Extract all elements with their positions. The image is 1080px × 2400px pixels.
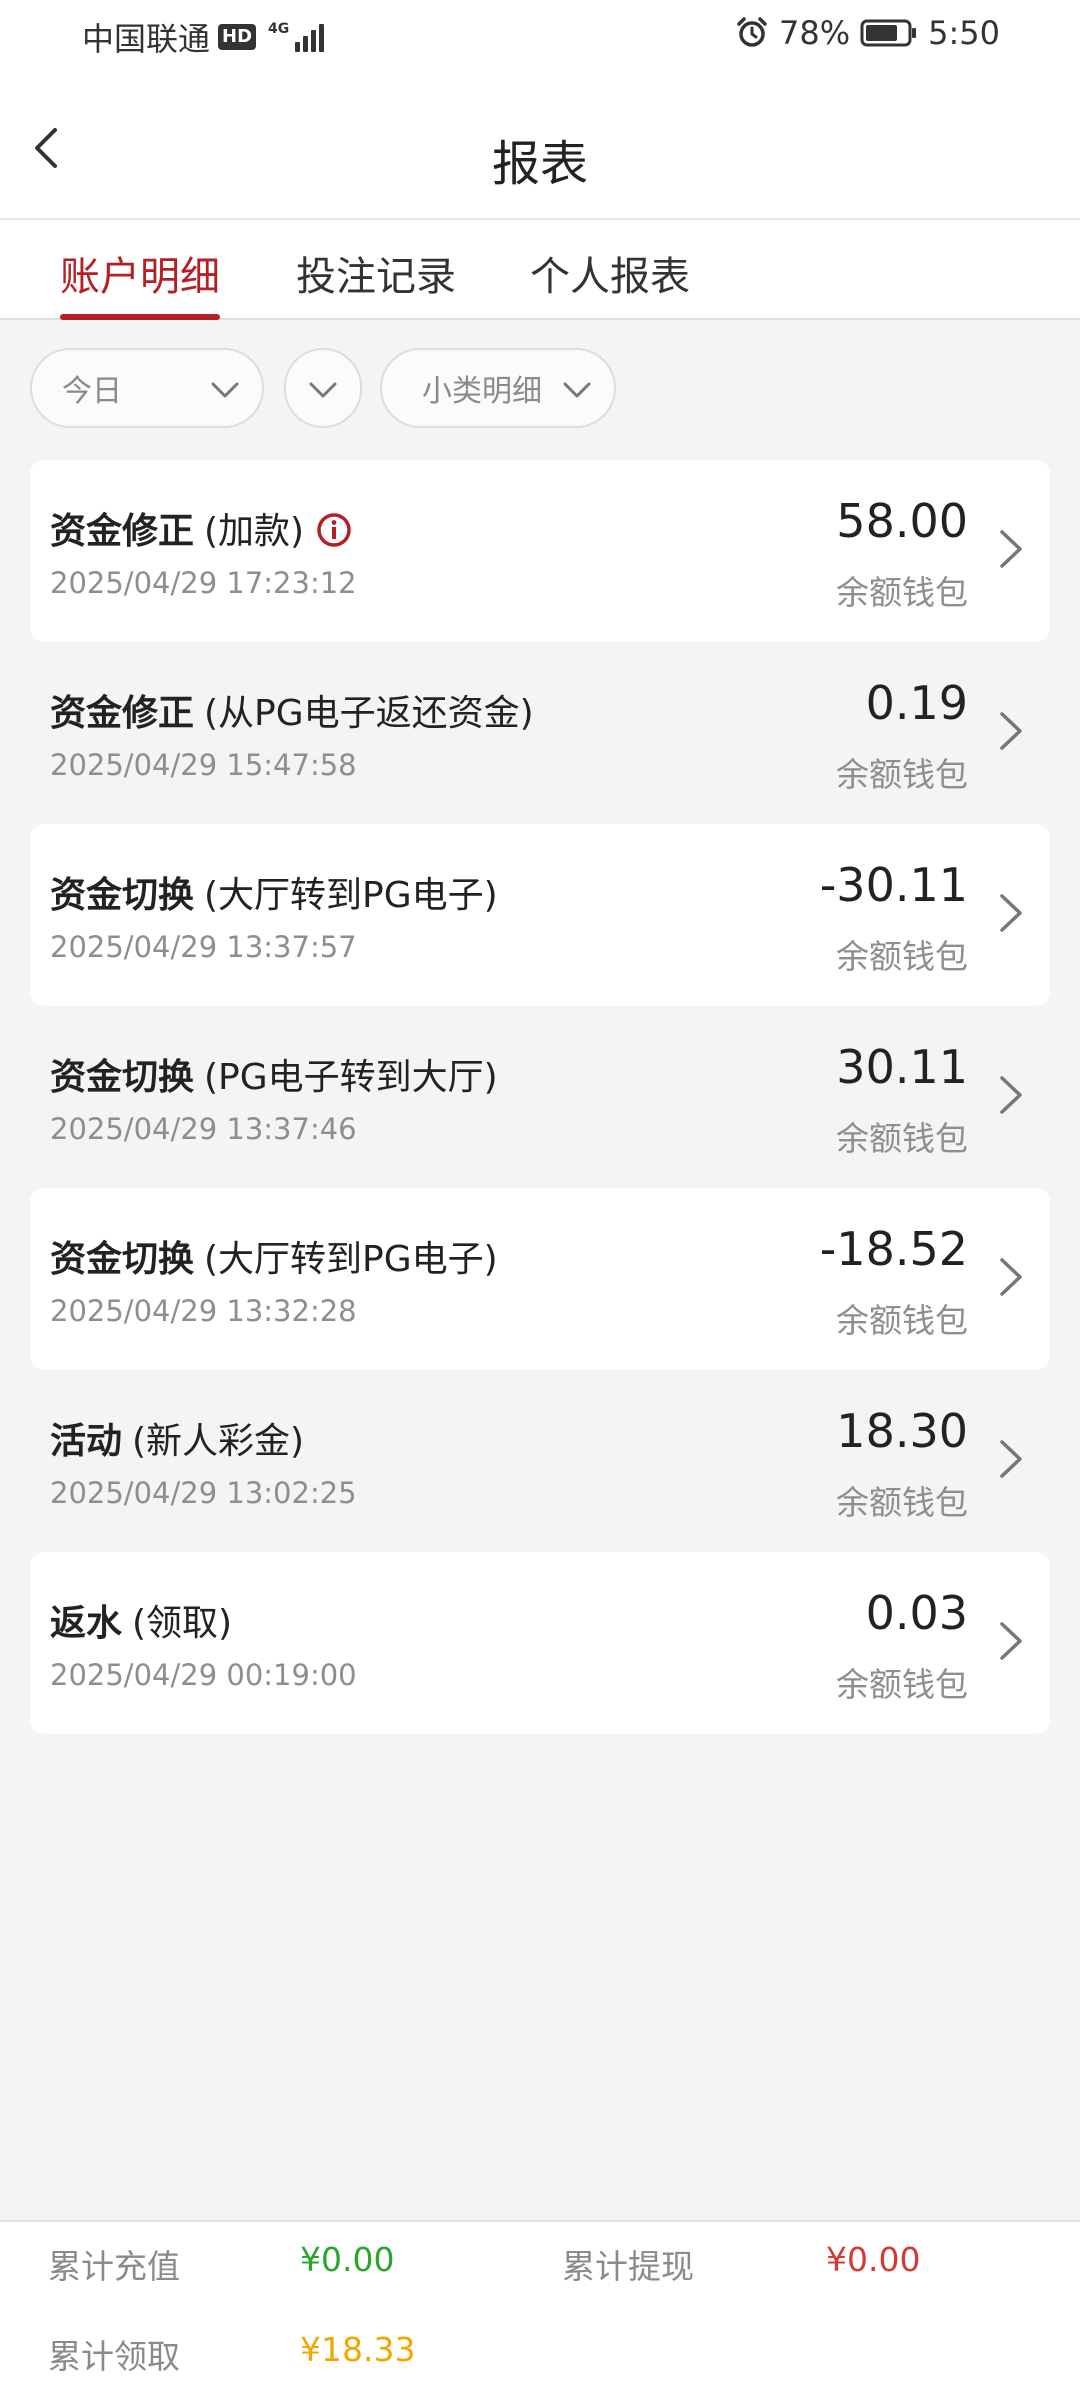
record-wallet: 余额钱包 (836, 1483, 968, 1522)
record-time: 2025/04/29 17:23:12 (50, 566, 357, 600)
signal-icon: 4G (268, 21, 325, 52)
info-icon[interactable] (316, 512, 352, 548)
tab-account-details[interactable]: 账户明细 (60, 244, 220, 320)
record-detail: (领取) (132, 1603, 233, 1644)
record-amount: 30.11 (836, 1040, 968, 1094)
record-amount: 0.19 (865, 676, 968, 730)
record-amount: 58.00 (836, 494, 968, 548)
tab-bar: 账户明细 投注记录 个人报表 (0, 220, 1080, 320)
claim-value: ¥18.33 (300, 2330, 416, 2369)
record-time: 2025/04/29 15:47:58 (50, 748, 357, 782)
type-filter-dropdown[interactable] (284, 348, 362, 428)
record-title: 资金修正 (加款) (50, 502, 352, 554)
tab-bet-records[interactable]: 投注记录 (296, 244, 456, 320)
chevron-right-icon (1000, 1076, 1022, 1114)
recharge-label: 累计充值 (48, 2247, 180, 2286)
record-title: 资金修正 (从PG电子返还资金) (50, 684, 534, 736)
record-title: 返水 (领取) (50, 1594, 232, 1646)
chevron-right-icon (1000, 1440, 1022, 1478)
date-filter-value: 今日 (62, 374, 122, 409)
carrier-info: 中国联通 HD 4G (82, 14, 325, 60)
record-detail: (大厅转到PG电子) (204, 875, 498, 916)
recharge-value: ¥0.00 (300, 2240, 395, 2279)
record-wallet: 余额钱包 (836, 1665, 968, 1704)
record-title: 活动 (新人彩金) (50, 1412, 304, 1464)
chevron-right-icon (1000, 894, 1022, 932)
alarm-icon (737, 17, 767, 47)
tab-personal-report[interactable]: 个人报表 (530, 244, 690, 320)
withdraw-value: ¥0.00 (826, 2240, 921, 2279)
hd-badge: HD (218, 24, 257, 50)
record-row[interactable]: 资金切换 (大厅转到PG电子) 2025/04/29 13:32:28 -18.5… (30, 1188, 1050, 1370)
chevron-down-icon (211, 382, 239, 398)
record-row[interactable]: 返水 (领取) 2025/04/29 00:19:00 0.03 余额钱包 (30, 1552, 1050, 1734)
record-time: 2025/04/29 00:19:00 (50, 1658, 357, 1692)
carrier-name: 中国联通 (82, 20, 211, 58)
status-right: 78% 5:50 (735, 14, 1000, 52)
subtype-filter-dropdown[interactable]: 小类明细 (380, 348, 616, 428)
chevron-right-icon (1000, 1258, 1022, 1296)
record-time: 2025/04/29 13:32:28 (50, 1294, 357, 1328)
record-type: 活动 (50, 1421, 123, 1462)
filter-bar: 今日 小类明细 (0, 348, 1080, 432)
record-detail: (加款) (204, 511, 305, 552)
record-detail: (PG电子转到大厅) (204, 1057, 498, 1098)
record-wallet: 余额钱包 (836, 937, 968, 976)
record-time: 2025/04/29 13:37:57 (50, 930, 357, 964)
record-wallet: 余额钱包 (836, 1119, 968, 1158)
battery-percent: 78% (779, 14, 851, 52)
claim-label: 累计领取 (48, 2337, 180, 2376)
record-title: 资金切换 (大厅转到PG电子) (50, 866, 498, 918)
chevron-right-icon (1000, 712, 1022, 750)
summary-footer: 累计充值 ¥0.00 累计提现 ¥0.00 累计领取 ¥18.33 (0, 2220, 1080, 2400)
page-title: 报表 (491, 136, 588, 192)
network-type: 4G (268, 21, 290, 37)
record-wallet: 余额钱包 (836, 755, 968, 794)
chevron-down-icon (309, 382, 337, 398)
chevron-right-icon (1000, 1622, 1022, 1660)
record-title: 资金切换 (大厅转到PG电子) (50, 1230, 498, 1282)
record-amount: 18.30 (836, 1404, 968, 1458)
record-amount: -18.52 (819, 1222, 968, 1276)
record-row[interactable]: 资金切换 (PG电子转到大厅) 2025/04/29 13:37:46 30.11… (30, 1006, 1050, 1188)
record-row[interactable]: 活动 (新人彩金) 2025/04/29 13:02:25 18.30 余额钱包 (30, 1370, 1050, 1552)
chevron-down-icon (563, 382, 591, 398)
record-time: 2025/04/29 13:37:46 (50, 1112, 357, 1146)
record-type: 资金切换 (50, 1239, 195, 1280)
record-type: 资金切换 (50, 875, 195, 916)
record-detail: (大厅转到PG电子) (204, 1239, 498, 1280)
record-wallet: 余额钱包 (836, 573, 968, 612)
record-type: 资金修正 (50, 511, 195, 552)
record-row[interactable]: 资金修正 (加款) 2025/04/29 17:23:12 58.00 余额钱包 (30, 460, 1050, 642)
record-detail: (新人彩金) (132, 1421, 305, 1462)
status-bar: 中国联通 HD 4G 78% 5:50 (0, 0, 1080, 72)
subtype-filter-value: 小类明细 (422, 374, 542, 409)
record-amount: -30.11 (819, 858, 968, 912)
record-type: 资金修正 (50, 693, 195, 734)
withdraw-label: 累计提现 (562, 2247, 694, 2286)
record-amount: 0.03 (865, 1586, 968, 1640)
record-detail: (从PG电子返还资金) (204, 693, 534, 734)
battery-icon (860, 19, 917, 47)
record-time: 2025/04/29 13:02:25 (50, 1476, 357, 1510)
record-row[interactable]: 资金切换 (大厅转到PG电子) 2025/04/29 13:37:57 -30.1… (30, 824, 1050, 1006)
page-header: 报表 (0, 72, 1080, 220)
record-list: 资金修正 (加款) 2025/04/29 17:23:12 58.00 余额钱包 … (30, 460, 1050, 1734)
chevron-right-icon (1000, 530, 1022, 568)
record-row[interactable]: 资金修正 (从PG电子返还资金) 2025/04/29 15:47:58 0.19… (30, 642, 1050, 824)
clock: 5:50 (928, 14, 1000, 52)
record-wallet: 余额钱包 (836, 1301, 968, 1340)
record-title: 资金切换 (PG电子转到大厅) (50, 1048, 498, 1100)
record-type: 资金切换 (50, 1057, 195, 1098)
date-filter-dropdown[interactable]: 今日 (30, 348, 264, 428)
record-type: 返水 (50, 1603, 123, 1644)
